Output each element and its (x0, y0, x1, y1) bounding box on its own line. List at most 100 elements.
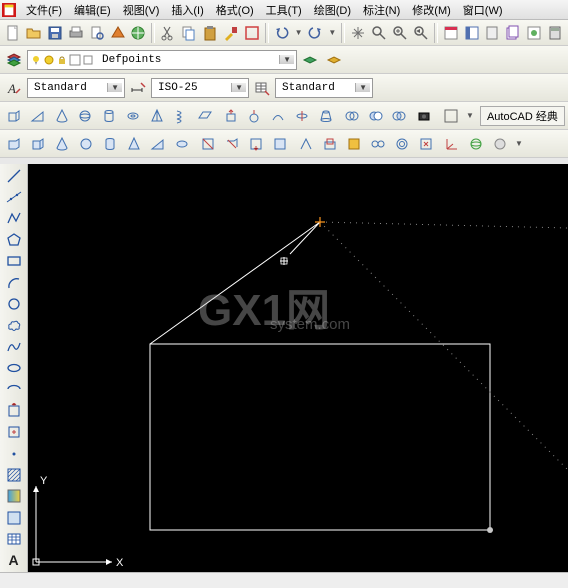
textstyle-button[interactable]: A (3, 77, 25, 99)
chevron-down-icon[interactable]: ▼ (464, 111, 476, 120)
arc-button[interactable] (3, 273, 25, 292)
properties-button[interactable] (441, 22, 461, 44)
slice-button[interactable] (197, 133, 219, 155)
polygon-button[interactable] (3, 230, 25, 249)
planar-surface-button[interactable] (194, 105, 216, 127)
box2-button[interactable] (27, 133, 49, 155)
region-button[interactable] (3, 508, 25, 527)
menu-draw[interactable]: 绘图(D) (308, 0, 357, 20)
mtext-button[interactable]: A (3, 551, 25, 570)
workspace-label[interactable]: AutoCAD 经典 (480, 106, 565, 126)
insert-block-button[interactable] (3, 401, 25, 420)
copy-button[interactable] (179, 22, 199, 44)
pyramid2-button[interactable] (123, 133, 145, 155)
markup-button[interactable] (524, 22, 544, 44)
helix-button[interactable] (170, 105, 192, 127)
save-button[interactable] (45, 22, 65, 44)
imprint-button[interactable] (319, 133, 341, 155)
camera-button[interactable] (414, 105, 436, 127)
drawing-canvas[interactable]: X Y GX1网 system.com (28, 164, 568, 572)
color-faces-button[interactable] (343, 133, 365, 155)
chevron-down-icon[interactable]: ▼ (513, 139, 525, 148)
menu-insert[interactable]: 插入(I) (165, 0, 209, 20)
pyramid-button[interactable] (146, 105, 168, 127)
ellipse-button[interactable] (3, 358, 25, 377)
tablestyle-combo[interactable]: Standard ▼ (275, 78, 373, 98)
redo-dropdown[interactable]: ▼ (326, 28, 338, 37)
ucs-button[interactable] (441, 133, 463, 155)
cylinder2-button[interactable] (99, 133, 121, 155)
cylinder-button[interactable] (98, 105, 120, 127)
shell-button[interactable] (391, 133, 413, 155)
menu-modify[interactable]: 修改(M) (406, 0, 457, 20)
cone-button[interactable] (51, 105, 73, 127)
extract-edges-button[interactable] (295, 133, 317, 155)
print-button[interactable] (66, 22, 86, 44)
chevron-down-icon[interactable]: ▼ (107, 83, 122, 92)
zoom-button[interactable] (369, 22, 389, 44)
tool-palettes-button[interactable] (482, 22, 502, 44)
menu-edit[interactable]: 编辑(E) (68, 0, 117, 20)
layer-properties-button[interactable] (3, 49, 25, 71)
dimstyle-combo[interactable]: ISO-25 ▼ (151, 78, 249, 98)
chevron-down-icon[interactable]: ▼ (279, 55, 294, 64)
point-button[interactable] (3, 444, 25, 463)
visual-style-button[interactable] (489, 133, 511, 155)
match-properties-button[interactable] (221, 22, 241, 44)
zoom-previous-button[interactable] (411, 22, 431, 44)
plot-style-button[interactable] (129, 22, 149, 44)
revcloud-button[interactable] (3, 316, 25, 335)
line-button[interactable] (3, 166, 25, 185)
redo-button[interactable] (306, 22, 326, 44)
dimstyle-button[interactable] (127, 77, 149, 99)
cut-button[interactable] (158, 22, 178, 44)
layer-states-button[interactable] (323, 49, 345, 71)
spline-button[interactable] (3, 337, 25, 356)
union-button[interactable] (341, 105, 363, 127)
textstyle-combo[interactable]: Standard ▼ (27, 78, 125, 98)
menu-tools[interactable]: 工具(T) (260, 0, 308, 20)
calc-button[interactable] (545, 22, 565, 44)
layer-combo[interactable]: Defpoints ▼ (27, 50, 297, 70)
block-editor-button[interactable] (242, 22, 262, 44)
convert-button[interactable] (269, 133, 291, 155)
new-button[interactable] (3, 22, 23, 44)
menu-file[interactable]: 文件(F) (20, 0, 68, 20)
menu-window[interactable]: 窗口(W) (457, 0, 509, 20)
torus2-button[interactable] (171, 133, 193, 155)
print-preview-button[interactable] (87, 22, 107, 44)
layer-previous-button[interactable] (299, 49, 321, 71)
subtract-button[interactable] (365, 105, 387, 127)
section-button[interactable] (221, 133, 243, 155)
polyline-button[interactable] (3, 209, 25, 228)
viewport-dropdown-button[interactable] (440, 105, 462, 127)
paste-button[interactable] (200, 22, 220, 44)
3dorbit-button[interactable] (465, 133, 487, 155)
intersect-button[interactable] (389, 105, 411, 127)
make-block-button[interactable] (3, 423, 25, 442)
menu-format[interactable]: 格式(O) (210, 0, 260, 20)
xline-button[interactable] (3, 187, 25, 206)
torus-button[interactable] (122, 105, 144, 127)
cone2-button[interactable] (51, 133, 73, 155)
separate-button[interactable] (367, 133, 389, 155)
presspull-button[interactable] (243, 105, 265, 127)
sphere-button[interactable] (75, 105, 97, 127)
rectangle-button[interactable] (3, 252, 25, 271)
thicken-button[interactable] (245, 133, 267, 155)
undo-button[interactable] (272, 22, 292, 44)
designcenter-button[interactable] (462, 22, 482, 44)
table-button[interactable] (3, 529, 25, 548)
sheet-set-button[interactable] (503, 22, 523, 44)
tablestyle-button[interactable] (251, 77, 273, 99)
menu-view[interactable]: 视图(V) (117, 0, 166, 20)
gradient-button[interactable] (3, 487, 25, 506)
polysolid-button[interactable] (3, 133, 25, 155)
publish-button[interactable] (108, 22, 128, 44)
ellipse-arc-button[interactable] (3, 380, 25, 399)
wedge-button[interactable] (27, 105, 49, 127)
extrude-button[interactable] (220, 105, 242, 127)
pan-button[interactable] (348, 22, 368, 44)
undo-dropdown[interactable]: ▼ (293, 28, 305, 37)
clean-button[interactable] (415, 133, 437, 155)
